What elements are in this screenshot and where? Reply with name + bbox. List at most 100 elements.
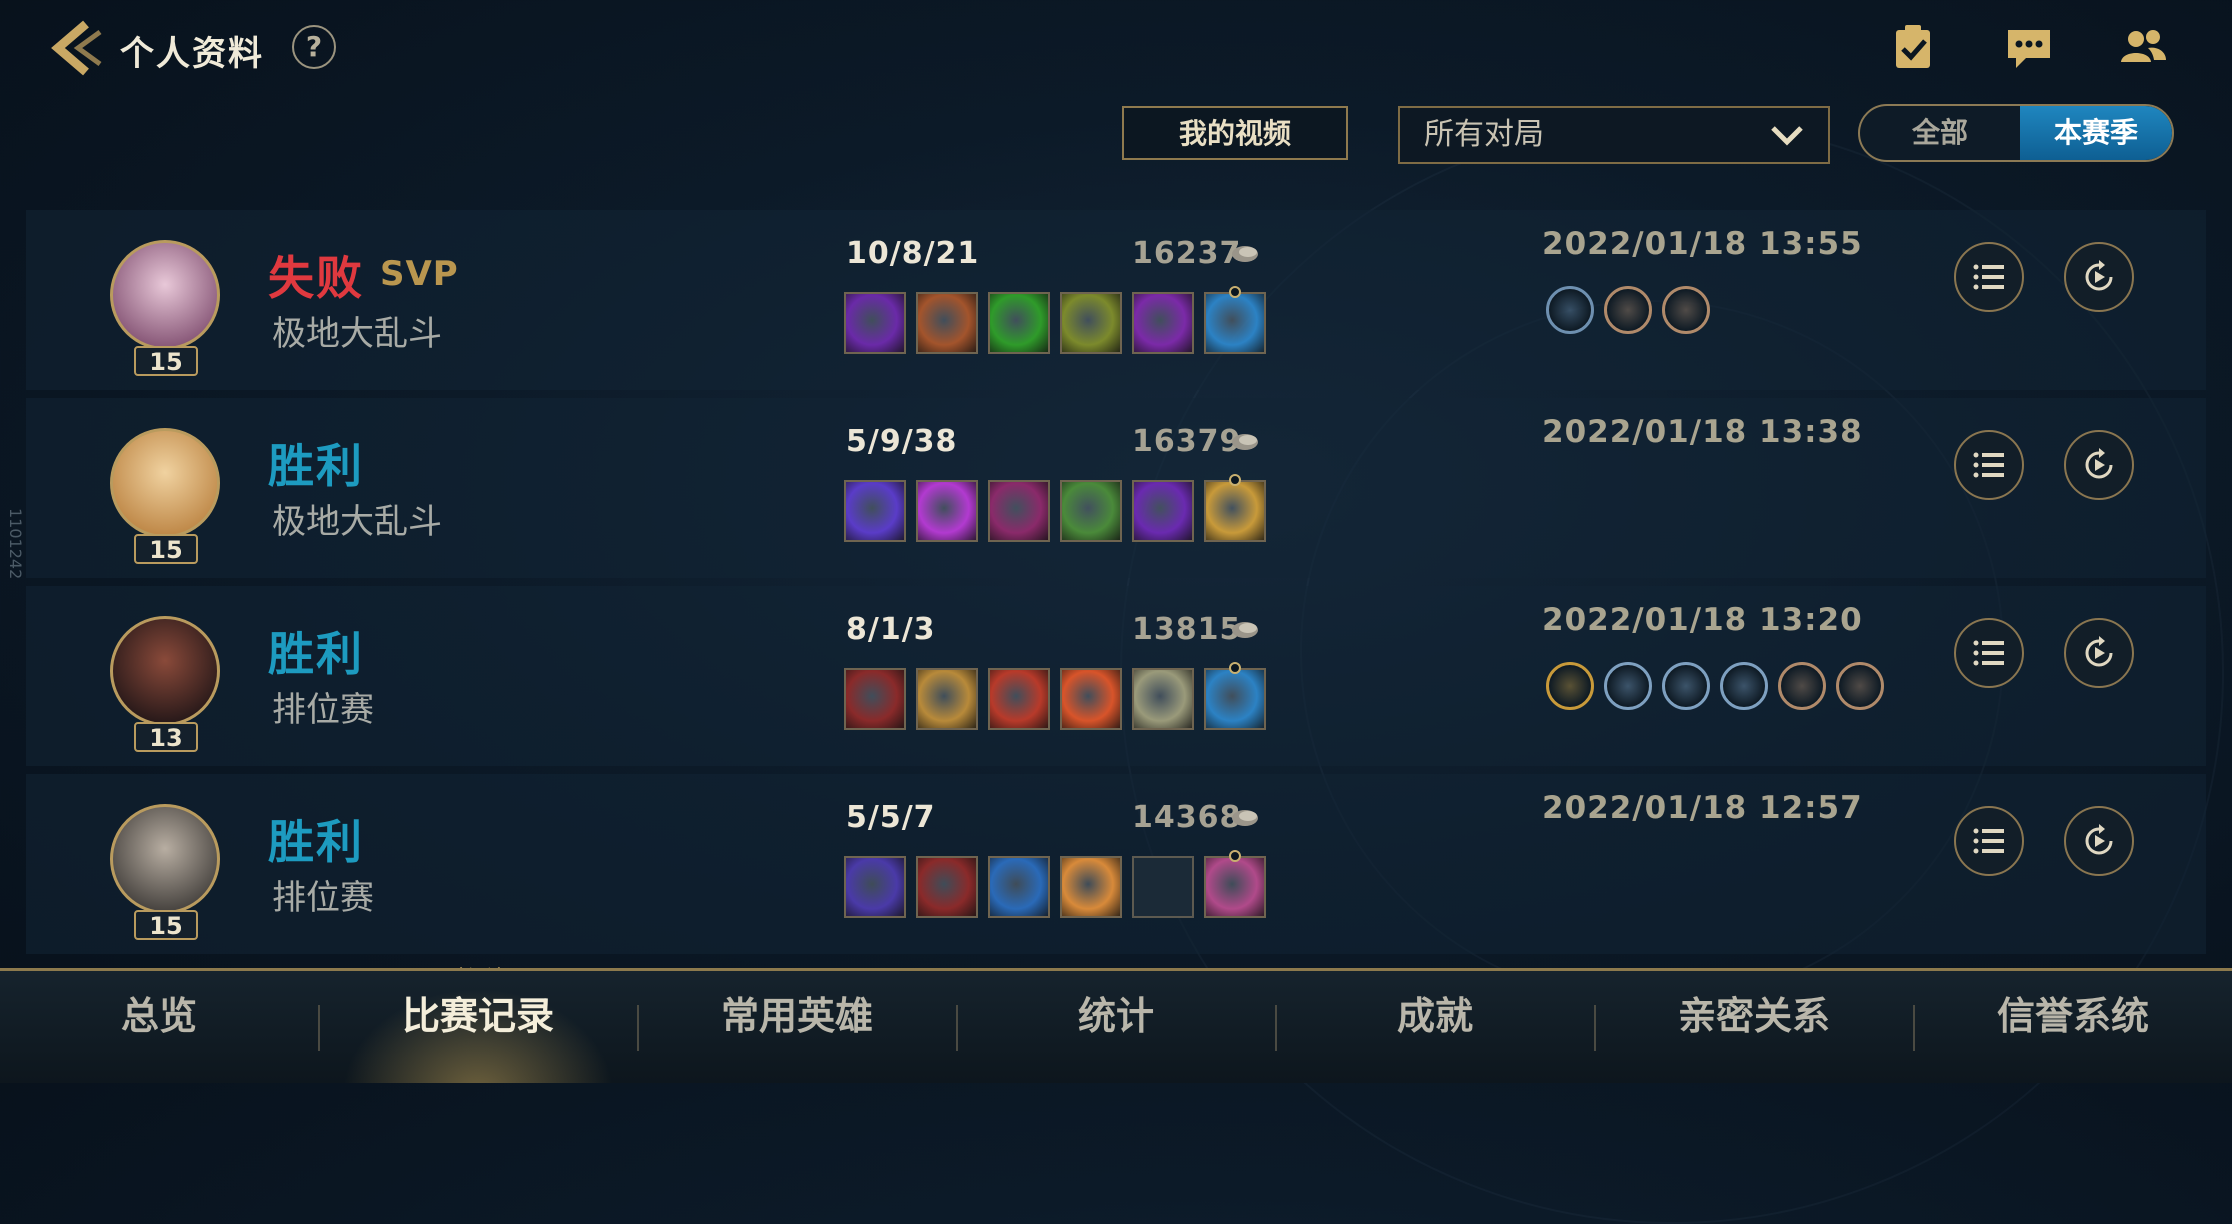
item-icon	[988, 668, 1050, 730]
level-badge: 13	[134, 722, 198, 752]
season-toggle[interactable]: 全部 本赛季	[1858, 104, 2174, 162]
match-replay-button[interactable]	[2064, 618, 2134, 688]
nav-divider	[318, 1005, 320, 1051]
replay-icon	[2085, 448, 2113, 479]
trinket-marker-icon	[1229, 662, 1241, 674]
list-icon	[1973, 640, 2004, 666]
match-row[interactable]: 15 失败 SVP 极地大乱斗 10/8/21 16237 2022/01/18 13:55	[26, 210, 2206, 390]
side-watermark: 1101242	[6, 508, 25, 580]
friends-button[interactable]	[2118, 22, 2168, 72]
nav-tab[interactable]: 常用英雄	[638, 971, 956, 1083]
match-date: 2022/01/18 13:55	[1542, 226, 1863, 262]
item-icon	[1060, 668, 1122, 730]
match-replay-button[interactable]	[2064, 242, 2134, 312]
gold-coin-icon	[1232, 622, 1258, 638]
gold-score: 14368	[1132, 800, 1242, 835]
honor-badge-icon	[1720, 662, 1768, 710]
nav-divider	[637, 1005, 639, 1051]
honor-badge-icon	[1604, 662, 1652, 710]
item-icon	[1204, 480, 1266, 542]
nav-tab[interactable]: 信誉系统	[1914, 971, 2232, 1083]
match-result: 失败	[268, 251, 364, 305]
item-icon	[1204, 292, 1266, 354]
back-button[interactable]	[48, 18, 108, 78]
friends-icon	[2121, 30, 2166, 62]
gold-coin-icon	[1232, 246, 1258, 262]
match-result: 胜利	[268, 439, 364, 493]
nav-divider	[1594, 1005, 1596, 1051]
chat-button[interactable]	[2004, 22, 2054, 72]
game-mode: 排位赛	[272, 690, 374, 730]
my-videos-button[interactable]: 我的视频	[1122, 106, 1348, 160]
match-details-button[interactable]	[1954, 806, 2024, 876]
item-icon	[1132, 292, 1194, 354]
kda-stat: 10/8/21	[846, 236, 980, 271]
match-date: 2022/01/18 12:57	[1542, 790, 1863, 826]
item-icon	[988, 292, 1050, 354]
level-badge: 15	[134, 910, 198, 940]
list-icon	[1973, 828, 2004, 854]
trinket-marker-icon	[1229, 474, 1241, 486]
chat-bubble-icon	[2008, 30, 2050, 68]
bottom-navigation: 总览 比赛记录 常用英雄 统计 成就 亲密关系 信誉系统	[0, 968, 2232, 1083]
match-result: 胜利	[268, 815, 364, 869]
match-row[interactable]: 15 胜利排位赛 5/5/7 14368 2022/01/18 12:57	[26, 774, 2206, 954]
honor-badge-icon	[1778, 662, 1826, 710]
match-filter-value: 所有对局	[1424, 117, 1544, 152]
item-icon	[916, 292, 978, 354]
item-icon	[1060, 856, 1122, 918]
gold-coin-icon	[1232, 434, 1258, 450]
nav-tab[interactable]: 统计	[957, 971, 1275, 1083]
match-filter-dropdown[interactable]: 所有对局	[1398, 106, 1830, 164]
match-details-button[interactable]	[1954, 430, 2024, 500]
gold-score: 16379	[1132, 424, 1242, 459]
replay-icon	[2085, 260, 2113, 291]
item-icon	[844, 292, 906, 354]
match-replay-button[interactable]	[2064, 430, 2134, 500]
list-icon	[1973, 264, 2004, 290]
item-icon	[988, 480, 1050, 542]
honor-badge-icon	[1604, 286, 1652, 334]
game-mode: 排位赛	[272, 878, 374, 918]
honor-badge-icon	[1662, 286, 1710, 334]
match-replay-button[interactable]	[2064, 806, 2134, 876]
nav-divider	[1913, 1005, 1915, 1051]
item-icon	[1060, 292, 1122, 354]
item-icon	[916, 480, 978, 542]
match-result: 胜利	[268, 627, 364, 681]
item-icon	[916, 668, 978, 730]
item-icon	[1132, 480, 1194, 542]
help-button[interactable]: ?	[292, 25, 336, 69]
nav-tab[interactable]: 比赛记录	[319, 971, 637, 1083]
item-icon	[1204, 856, 1266, 918]
nav-tab[interactable]: 亲密关系	[1595, 971, 1913, 1083]
match-row[interactable]: 13 胜利 排位赛 8/1/3 13815 2022/01/18 13:20	[26, 586, 2206, 766]
game-mode: 极地大乱斗	[272, 314, 442, 354]
kda-stat: 8/1/3	[846, 612, 936, 647]
svp-badge: SVP	[380, 254, 459, 294]
nav-tab[interactable]: 总览	[0, 971, 318, 1083]
nav-divider	[1275, 1005, 1277, 1051]
match-row[interactable]: 15 胜利 极地大乱斗 5/9/38 16379 2022/01/18 13:38	[26, 398, 2206, 578]
item-icon	[1132, 668, 1194, 730]
item-icon	[844, 668, 906, 730]
match-date: 2022/01/18 13:20	[1542, 602, 1863, 638]
item-icon	[988, 856, 1050, 918]
gold-score: 16237	[1132, 236, 1242, 271]
honor-badge-icon	[1546, 662, 1594, 710]
hero-avatar	[110, 428, 220, 538]
game-mode: 极地大乱斗	[272, 502, 442, 542]
nav-tab[interactable]: 成就	[1276, 971, 1594, 1083]
kda-stat: 5/5/7	[846, 800, 936, 835]
match-details-button[interactable]	[1954, 242, 2024, 312]
gold-coin-icon	[1232, 810, 1258, 826]
level-badge: 15	[134, 346, 198, 376]
back-arrow-icon	[51, 20, 102, 76]
season-option-current[interactable]: 本赛季	[2020, 106, 2172, 160]
season-option-all[interactable]: 全部	[1860, 106, 2020, 160]
item-icon	[1060, 480, 1122, 542]
task-checklist-button[interactable]	[1888, 22, 1938, 72]
kda-stat: 5/9/38	[846, 424, 958, 459]
match-details-button[interactable]	[1954, 618, 2024, 688]
replay-icon	[2085, 824, 2113, 855]
